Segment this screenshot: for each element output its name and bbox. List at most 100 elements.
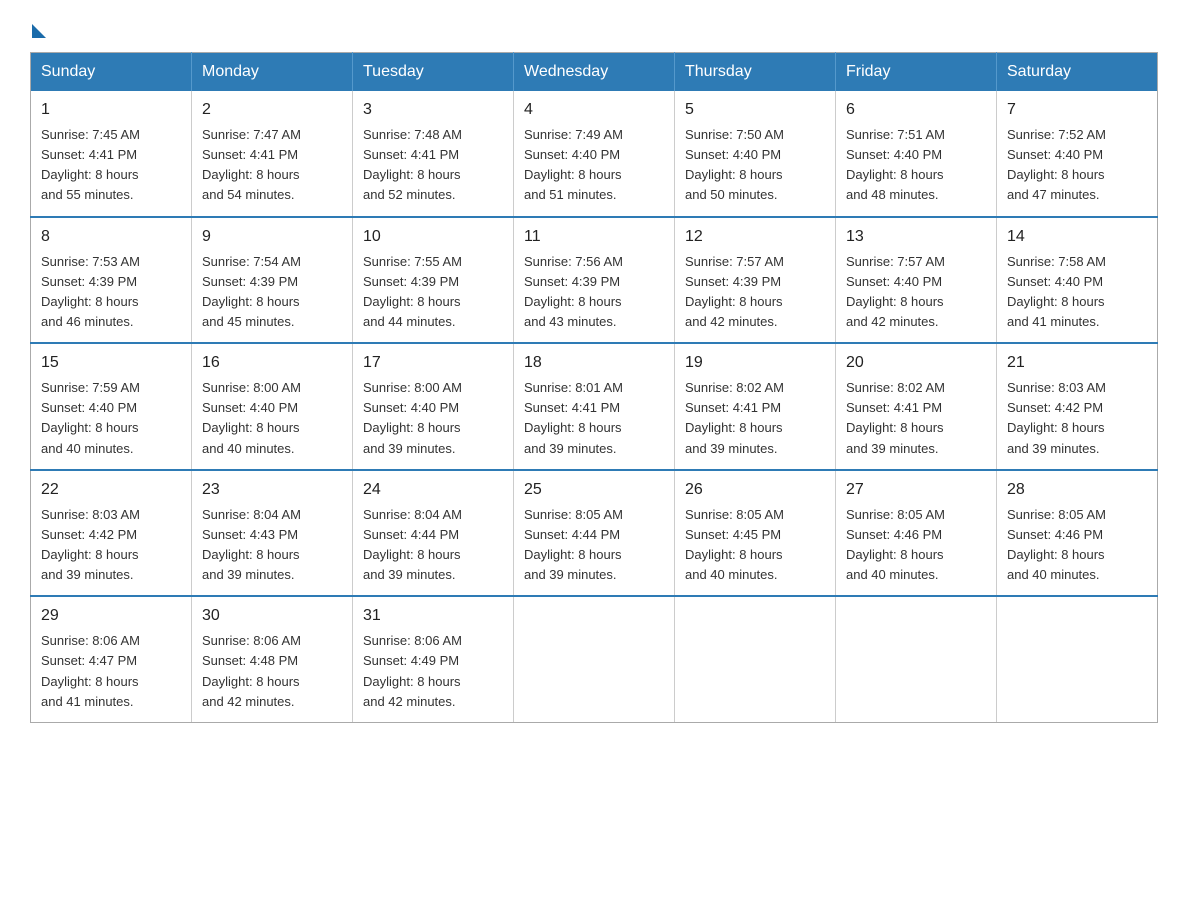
calendar-day-cell: 23Sunrise: 8:04 AMSunset: 4:43 PMDayligh… bbox=[192, 470, 353, 597]
day-number: 30 bbox=[202, 604, 342, 628]
day-number: 25 bbox=[524, 478, 664, 502]
day-number: 2 bbox=[202, 98, 342, 122]
day-info: Sunrise: 7:45 AMSunset: 4:41 PMDaylight:… bbox=[41, 125, 181, 206]
day-info: Sunrise: 7:50 AMSunset: 4:40 PMDaylight:… bbox=[685, 125, 825, 206]
day-number: 8 bbox=[41, 225, 181, 249]
day-info: Sunrise: 8:05 AMSunset: 4:46 PMDaylight:… bbox=[846, 505, 986, 586]
day-info: Sunrise: 7:47 AMSunset: 4:41 PMDaylight:… bbox=[202, 125, 342, 206]
calendar-day-cell: 3 Sunrise: 7:48 AMSunset: 4:41 PMDaylight… bbox=[353, 91, 514, 217]
day-number: 23 bbox=[202, 478, 342, 502]
calendar-day-cell: 15 Sunrise: 7:59 AMSunset: 4:40 PMDayligh… bbox=[31, 343, 192, 470]
calendar-week-row: 15 Sunrise: 7:59 AMSunset: 4:40 PMDayligh… bbox=[31, 343, 1158, 470]
weekday-header-row: SundayMondayTuesdayWednesdayThursdayFrid… bbox=[31, 53, 1158, 92]
calendar-day-cell: 19 Sunrise: 8:02 AMSunset: 4:41 PMDayligh… bbox=[675, 343, 836, 470]
day-info: Sunrise: 7:53 AMSunset: 4:39 PMDaylight:… bbox=[41, 252, 181, 333]
day-info: Sunrise: 7:49 AMSunset: 4:40 PMDaylight:… bbox=[524, 125, 664, 206]
day-number: 19 bbox=[685, 351, 825, 375]
day-number: 21 bbox=[1007, 351, 1147, 375]
calendar-week-row: 1Sunrise: 7:45 AMSunset: 4:41 PMDaylight… bbox=[31, 91, 1158, 217]
calendar-day-cell: 4 Sunrise: 7:49 AMSunset: 4:40 PMDaylight… bbox=[514, 91, 675, 217]
day-info: Sunrise: 8:04 AMSunset: 4:44 PMDaylight:… bbox=[363, 505, 503, 586]
day-number: 24 bbox=[363, 478, 503, 502]
day-info: Sunrise: 7:52 AMSunset: 4:40 PMDaylight:… bbox=[1007, 125, 1147, 206]
day-info: Sunrise: 8:00 AMSunset: 4:40 PMDaylight:… bbox=[202, 378, 342, 459]
calendar-week-row: 29 Sunrise: 8:06 AMSunset: 4:47 PMDayligh… bbox=[31, 596, 1158, 722]
calendar-day-cell: 22Sunrise: 8:03 AMSunset: 4:42 PMDayligh… bbox=[31, 470, 192, 597]
day-number: 31 bbox=[363, 604, 503, 628]
weekday-header-monday: Monday bbox=[192, 53, 353, 92]
day-number: 3 bbox=[363, 98, 503, 122]
day-number: 13 bbox=[846, 225, 986, 249]
weekday-header-friday: Friday bbox=[836, 53, 997, 92]
calendar-day-cell: 17Sunrise: 8:00 AMSunset: 4:40 PMDayligh… bbox=[353, 343, 514, 470]
day-info: Sunrise: 8:01 AMSunset: 4:41 PMDaylight:… bbox=[524, 378, 664, 459]
day-number: 28 bbox=[1007, 478, 1147, 502]
day-number: 12 bbox=[685, 225, 825, 249]
weekday-header-wednesday: Wednesday bbox=[514, 53, 675, 92]
day-info: Sunrise: 8:05 AMSunset: 4:44 PMDaylight:… bbox=[524, 505, 664, 586]
day-number: 4 bbox=[524, 98, 664, 122]
day-number: 18 bbox=[524, 351, 664, 375]
calendar-day-cell: 18 Sunrise: 8:01 AMSunset: 4:41 PMDayligh… bbox=[514, 343, 675, 470]
calendar-day-cell: 11Sunrise: 7:56 AMSunset: 4:39 PMDayligh… bbox=[514, 217, 675, 344]
day-number: 29 bbox=[41, 604, 181, 628]
empty-cell bbox=[514, 596, 675, 722]
day-info: Sunrise: 7:57 AMSunset: 4:39 PMDaylight:… bbox=[685, 252, 825, 333]
day-info: Sunrise: 8:05 AMSunset: 4:45 PMDaylight:… bbox=[685, 505, 825, 586]
day-number: 27 bbox=[846, 478, 986, 502]
weekday-header-thursday: Thursday bbox=[675, 53, 836, 92]
calendar-day-cell: 10 Sunrise: 7:55 AMSunset: 4:39 PMDayligh… bbox=[353, 217, 514, 344]
day-number: 26 bbox=[685, 478, 825, 502]
calendar-day-cell: 24 Sunrise: 8:04 AMSunset: 4:44 PMDayligh… bbox=[353, 470, 514, 597]
day-info: Sunrise: 8:03 AMSunset: 4:42 PMDaylight:… bbox=[41, 505, 181, 586]
day-info: Sunrise: 8:02 AMSunset: 4:41 PMDaylight:… bbox=[685, 378, 825, 459]
logo bbox=[30, 20, 46, 34]
day-info: Sunrise: 7:51 AMSunset: 4:40 PMDaylight:… bbox=[846, 125, 986, 206]
calendar-day-cell: 2 Sunrise: 7:47 AMSunset: 4:41 PMDaylight… bbox=[192, 91, 353, 217]
day-info: Sunrise: 8:06 AMSunset: 4:48 PMDaylight:… bbox=[202, 631, 342, 712]
calendar-week-row: 8 Sunrise: 7:53 AMSunset: 4:39 PMDaylight… bbox=[31, 217, 1158, 344]
calendar-day-cell: 16 Sunrise: 8:00 AMSunset: 4:40 PMDayligh… bbox=[192, 343, 353, 470]
day-info: Sunrise: 7:55 AMSunset: 4:39 PMDaylight:… bbox=[363, 252, 503, 333]
calendar-day-cell: 1Sunrise: 7:45 AMSunset: 4:41 PMDaylight… bbox=[31, 91, 192, 217]
calendar-day-cell: 5 Sunrise: 7:50 AMSunset: 4:40 PMDaylight… bbox=[675, 91, 836, 217]
calendar-day-cell: 12 Sunrise: 7:57 AMSunset: 4:39 PMDayligh… bbox=[675, 217, 836, 344]
calendar-day-cell: 13 Sunrise: 7:57 AMSunset: 4:40 PMDayligh… bbox=[836, 217, 997, 344]
day-info: Sunrise: 8:06 AMSunset: 4:49 PMDaylight:… bbox=[363, 631, 503, 712]
day-number: 5 bbox=[685, 98, 825, 122]
day-number: 11 bbox=[524, 225, 664, 249]
day-number: 7 bbox=[1007, 98, 1147, 122]
calendar-week-row: 22Sunrise: 8:03 AMSunset: 4:42 PMDayligh… bbox=[31, 470, 1158, 597]
day-info: Sunrise: 7:59 AMSunset: 4:40 PMDaylight:… bbox=[41, 378, 181, 459]
calendar-day-cell: 29 Sunrise: 8:06 AMSunset: 4:47 PMDayligh… bbox=[31, 596, 192, 722]
weekday-header-saturday: Saturday bbox=[997, 53, 1158, 92]
day-info: Sunrise: 8:02 AMSunset: 4:41 PMDaylight:… bbox=[846, 378, 986, 459]
weekday-header-tuesday: Tuesday bbox=[353, 53, 514, 92]
calendar-day-cell: 31 Sunrise: 8:06 AMSunset: 4:49 PMDayligh… bbox=[353, 596, 514, 722]
calendar-table: SundayMondayTuesdayWednesdayThursdayFrid… bbox=[30, 52, 1158, 723]
day-info: Sunrise: 7:54 AMSunset: 4:39 PMDaylight:… bbox=[202, 252, 342, 333]
weekday-header-sunday: Sunday bbox=[31, 53, 192, 92]
day-number: 20 bbox=[846, 351, 986, 375]
day-number: 16 bbox=[202, 351, 342, 375]
day-info: Sunrise: 8:06 AMSunset: 4:47 PMDaylight:… bbox=[41, 631, 181, 712]
calendar-day-cell: 30 Sunrise: 8:06 AMSunset: 4:48 PMDayligh… bbox=[192, 596, 353, 722]
calendar-day-cell: 20 Sunrise: 8:02 AMSunset: 4:41 PMDayligh… bbox=[836, 343, 997, 470]
empty-cell bbox=[836, 596, 997, 722]
calendar-day-cell: 25 Sunrise: 8:05 AMSunset: 4:44 PMDayligh… bbox=[514, 470, 675, 597]
day-number: 15 bbox=[41, 351, 181, 375]
day-number: 10 bbox=[363, 225, 503, 249]
calendar-day-cell: 8 Sunrise: 7:53 AMSunset: 4:39 PMDaylight… bbox=[31, 217, 192, 344]
day-info: Sunrise: 7:48 AMSunset: 4:41 PMDaylight:… bbox=[363, 125, 503, 206]
calendar-day-cell: 7 Sunrise: 7:52 AMSunset: 4:40 PMDaylight… bbox=[997, 91, 1158, 217]
day-number: 9 bbox=[202, 225, 342, 249]
page-header bbox=[30, 20, 1158, 34]
day-number: 6 bbox=[846, 98, 986, 122]
calendar-day-cell: 27 Sunrise: 8:05 AMSunset: 4:46 PMDayligh… bbox=[836, 470, 997, 597]
day-number: 17 bbox=[363, 351, 503, 375]
calendar-day-cell: 21Sunrise: 8:03 AMSunset: 4:42 PMDayligh… bbox=[997, 343, 1158, 470]
calendar-day-cell: 28Sunrise: 8:05 AMSunset: 4:46 PMDayligh… bbox=[997, 470, 1158, 597]
logo-arrow-icon bbox=[32, 24, 46, 38]
day-info: Sunrise: 7:57 AMSunset: 4:40 PMDaylight:… bbox=[846, 252, 986, 333]
empty-cell bbox=[997, 596, 1158, 722]
